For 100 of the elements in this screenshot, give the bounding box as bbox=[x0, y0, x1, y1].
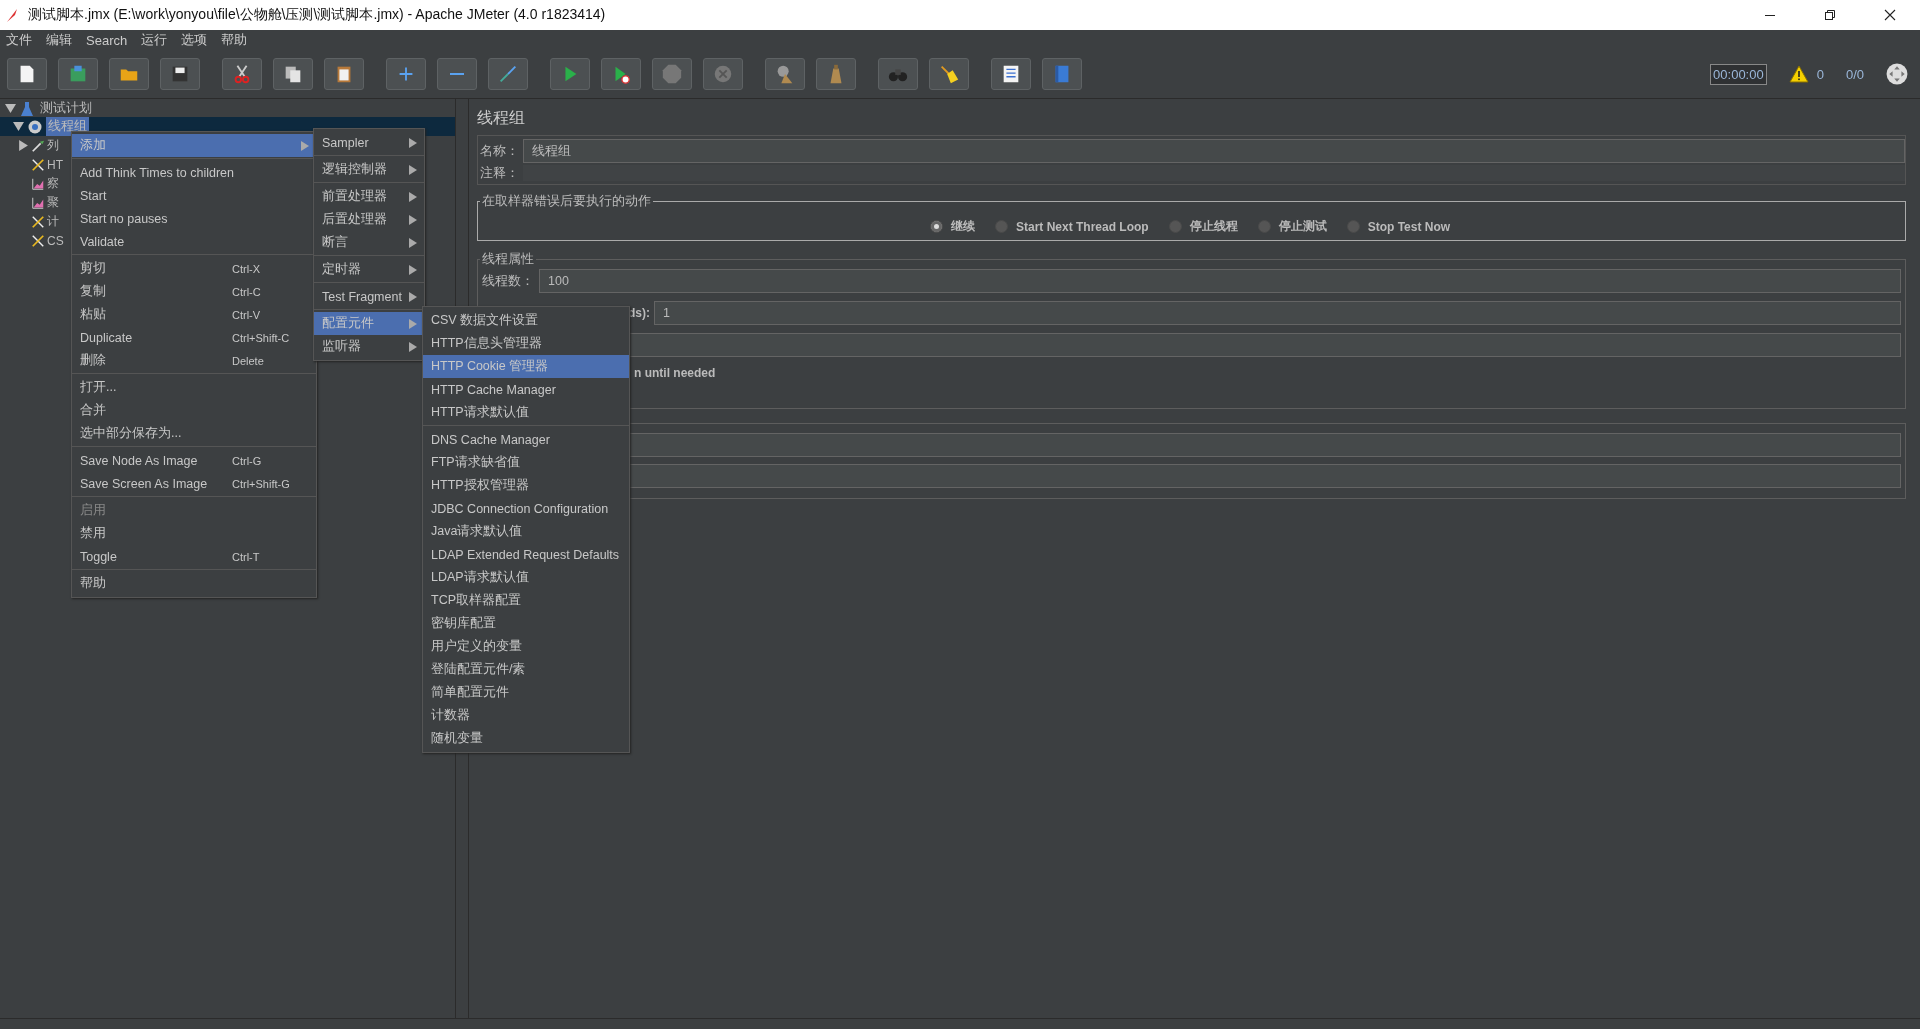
menu-item[interactable]: Test Fragment bbox=[314, 285, 424, 308]
cut-button[interactable] bbox=[222, 58, 262, 90]
menu-item[interactable]: 断言 bbox=[314, 231, 424, 254]
ramp-up-field[interactable]: 1 bbox=[654, 301, 1901, 325]
radio-button[interactable] bbox=[930, 220, 943, 233]
collapsed-arrow-icon[interactable] bbox=[18, 140, 29, 151]
expand-all-button[interactable] bbox=[386, 58, 426, 90]
menu-item[interactable]: Sampler bbox=[314, 131, 424, 154]
menu-item[interactable]: 后置处理器 bbox=[314, 208, 424, 231]
radio-button[interactable] bbox=[995, 220, 1008, 233]
menu-item[interactable]: 随机变量 bbox=[423, 727, 629, 750]
menu-item[interactable]: DNS Cache Manager bbox=[423, 428, 629, 451]
comment-field[interactable] bbox=[523, 165, 1905, 181]
window-title: 测试脚本.jmx (E:\work\yonyou\file\公物舱\压测\测试脚本.jmx) - Apache JMeter (4.0 r1823414) bbox=[28, 6, 606, 24]
menu-item[interactable]: 合并 bbox=[72, 399, 316, 422]
radio-button[interactable] bbox=[1257, 220, 1271, 233]
tree-node[interactable]: CS bbox=[47, 233, 64, 248]
collapse-all-button[interactable] bbox=[437, 58, 477, 90]
menu-item[interactable]: 帮助 bbox=[221, 31, 248, 49]
menu-item[interactable]: Duplicate Ctrl+Shift-C bbox=[72, 326, 316, 349]
toggle-button[interactable] bbox=[488, 58, 528, 90]
tree-node[interactable]: 测试计划 bbox=[38, 99, 94, 118]
menu-item[interactable]: FTP请求缺省值 bbox=[423, 451, 629, 474]
shutdown-button[interactable] bbox=[703, 58, 743, 90]
name-field[interactable]: 线程组 bbox=[523, 139, 1905, 163]
menu-item[interactable]: 登陆配置元件/素 bbox=[423, 658, 629, 681]
menu-item[interactable]: JDBC Connection Configuration bbox=[423, 497, 629, 520]
expanded-arrow-icon[interactable] bbox=[5, 103, 16, 114]
start-button[interactable] bbox=[550, 58, 590, 90]
menu-item[interactable]: 前置处理器 bbox=[314, 185, 424, 208]
clear-all-button[interactable] bbox=[816, 58, 856, 90]
tree-node[interactable]: 计 bbox=[47, 213, 59, 230]
paste-button[interactable] bbox=[324, 58, 364, 90]
menu-item[interactable]: 打开... bbox=[72, 376, 316, 399]
submenu-arrow-icon bbox=[408, 317, 418, 330]
function-helper-button[interactable] bbox=[991, 58, 1031, 90]
templates-button[interactable] bbox=[58, 58, 98, 90]
tree-node[interactable]: 聚 bbox=[47, 194, 59, 211]
stop-button[interactable] bbox=[652, 58, 692, 90]
menu-item[interactable]: Add Think Times to children bbox=[72, 161, 316, 184]
save-button[interactable] bbox=[160, 58, 200, 90]
chart-icon bbox=[31, 195, 45, 210]
menu-item[interactable]: 逻辑控制器 bbox=[314, 158, 424, 181]
menu-item[interactable]: Start bbox=[72, 184, 316, 207]
menu-item[interactable]: HTTP Cache Manager bbox=[423, 378, 629, 401]
new-button[interactable] bbox=[7, 58, 47, 90]
tree-node[interactable]: HT bbox=[47, 157, 63, 172]
radio-label: 停止测试 bbox=[1278, 218, 1327, 235]
menu-item[interactable]: HTTP请求默认值 bbox=[423, 401, 629, 424]
menu-item[interactable]: 编辑 bbox=[46, 31, 72, 49]
tree-node[interactable]: 列 bbox=[47, 137, 59, 154]
reset-search-button[interactable] bbox=[929, 58, 969, 90]
open-button[interactable] bbox=[109, 58, 149, 90]
start-no-pauses-button[interactable] bbox=[601, 58, 641, 90]
menu-item[interactable]: HTTP授权管理器 bbox=[423, 474, 629, 497]
menu-item[interactable]: 复制 Ctrl-C bbox=[72, 280, 316, 303]
menu-item[interactable]: 帮助 bbox=[72, 572, 316, 595]
minus-icon bbox=[449, 72, 465, 76]
menu-item[interactable]: Start no pauses bbox=[72, 207, 316, 230]
expanded-arrow-icon[interactable] bbox=[13, 121, 24, 132]
search-button[interactable] bbox=[878, 58, 918, 90]
radio-button[interactable] bbox=[1346, 220, 1360, 233]
menu-item[interactable]: 简单配置元件 bbox=[423, 681, 629, 704]
menu-item[interactable]: CSV 数据文件设置 bbox=[423, 309, 629, 332]
menu-item[interactable]: 定时器 bbox=[314, 258, 424, 281]
menu-label: 监听器 bbox=[322, 338, 361, 355]
menu-item[interactable]: Toggle Ctrl-T bbox=[72, 545, 316, 568]
help-button[interactable] bbox=[1042, 58, 1082, 90]
menu-item[interactable]: LDAP请求默认值 bbox=[423, 566, 629, 589]
menu-label: Sampler bbox=[322, 135, 369, 150]
menu-item[interactable]: HTTP信息头管理器 bbox=[423, 332, 629, 355]
radio-button[interactable] bbox=[1168, 220, 1182, 233]
tree-node[interactable]: 察 bbox=[47, 175, 59, 192]
menu-item[interactable]: 监听器 bbox=[314, 335, 424, 358]
menu-item[interactable]: 选项 bbox=[181, 31, 208, 49]
menu-item[interactable]: Search bbox=[86, 32, 128, 48]
clear-button[interactable] bbox=[765, 58, 805, 90]
menu-item[interactable]: Save Screen As Image Ctrl+Shift-G bbox=[72, 472, 316, 495]
menu-label: 选中部分保存为... bbox=[80, 425, 182, 442]
menu-item[interactable]: 粘贴 Ctrl-V bbox=[72, 303, 316, 326]
submenu-arrow-icon bbox=[408, 340, 418, 353]
menu-item[interactable]: LDAP Extended Request Defaults bbox=[423, 543, 629, 566]
menu-item[interactable]: 运行 bbox=[141, 31, 168, 49]
menu-item[interactable]: TCP取样器配置 bbox=[423, 589, 629, 612]
menu-item[interactable]: Save Node As Image Ctrl-G bbox=[72, 449, 316, 472]
menu-item[interactable]: 文件 bbox=[6, 31, 32, 49]
menu-item[interactable]: 剪切 Ctrl-X bbox=[72, 257, 316, 280]
menu-item[interactable]: Validate bbox=[72, 230, 316, 253]
copy-button[interactable] bbox=[273, 58, 313, 90]
menu-item[interactable]: 选中部分保存为... bbox=[72, 422, 316, 445]
menu-item[interactable]: Java请求默认值 bbox=[423, 520, 629, 543]
menu-item[interactable]: 用户定义的变量 bbox=[423, 635, 629, 658]
menu-item[interactable]: 计数器 bbox=[423, 704, 629, 727]
menu-item[interactable]: 密钥库配置 bbox=[423, 612, 629, 635]
menu-label: Toggle bbox=[80, 549, 117, 564]
threads-field[interactable]: 100 bbox=[539, 269, 1901, 293]
menu-item[interactable]: 删除 Delete bbox=[72, 349, 316, 372]
menu-item[interactable]: 禁用 bbox=[72, 522, 316, 545]
warning-icon[interactable] bbox=[1788, 65, 1809, 83]
shortcut-label: Delete bbox=[232, 354, 264, 367]
